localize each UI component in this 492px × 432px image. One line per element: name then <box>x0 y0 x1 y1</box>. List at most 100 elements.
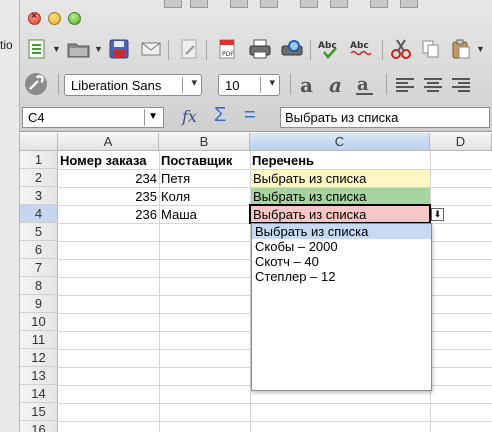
export-pdf-icon[interactable]: PDF <box>216 38 238 60</box>
combo-divider <box>182 77 183 93</box>
row-header[interactable]: 3 <box>20 187 58 205</box>
row-header[interactable]: 2 <box>20 169 58 187</box>
row-header[interactable]: 11 <box>20 331 58 349</box>
formula-input-value: Выбрать из списка <box>285 110 399 125</box>
name-box-value: C4 <box>28 110 45 125</box>
chevron-down-icon[interactable]: ▼ <box>148 111 158 122</box>
partial-icon <box>400 0 418 8</box>
cell-a2[interactable]: 234 <box>58 170 159 187</box>
row-header[interactable]: 14 <box>20 385 58 403</box>
cell-b4[interactable]: Маша <box>159 206 250 223</box>
toolbar-separator <box>310 40 311 60</box>
zoom-button[interactable] <box>68 12 81 25</box>
toolbar-separator <box>206 40 207 60</box>
chevron-down-icon[interactable]: ▼ <box>94 44 103 54</box>
cell-b3[interactable]: Коля <box>159 188 250 205</box>
cell-b1[interactable]: Поставщик <box>159 152 250 169</box>
cell-a3[interactable]: 235 <box>58 188 159 205</box>
toolbar-separator <box>382 40 383 60</box>
font-name-combo[interactable]: Liberation Sans ▾ <box>64 74 202 96</box>
toolbar-separator <box>168 40 169 60</box>
chevron-down-icon[interactable]: ▼ <box>476 44 485 54</box>
svg-text:a: a <box>357 74 369 95</box>
cell-b2[interactable]: Петя <box>159 170 250 187</box>
cell-c2[interactable]: Выбрать из списка <box>251 170 430 187</box>
minimize-button[interactable] <box>48 12 61 25</box>
name-box[interactable]: C4 ▼ <box>22 107 164 128</box>
copy-icon[interactable] <box>420 38 442 60</box>
partial-icon <box>164 0 182 8</box>
row-header[interactable]: 12 <box>20 349 58 367</box>
cell-dropdown-button[interactable]: ⬇ <box>431 208 444 221</box>
dropdown-option[interactable]: Скотч – 40 <box>252 254 431 269</box>
print-preview-icon[interactable] <box>280 38 303 60</box>
font-size-combo[interactable]: 10 ▾ <box>218 74 280 96</box>
row-header[interactable]: 13 <box>20 367 58 385</box>
column-header-b[interactable]: B <box>159 133 250 151</box>
sum-icon[interactable]: Σ <box>214 104 226 127</box>
partial-icon <box>190 0 208 8</box>
row-header[interactable]: 1 <box>20 151 58 169</box>
row-header[interactable]: 6 <box>20 241 58 259</box>
spellcheck-icon[interactable]: Abc <box>318 38 340 60</box>
autospellcheck-icon[interactable]: Abc <box>350 38 372 60</box>
chevron-down-icon[interactable]: ▼ <box>52 44 61 54</box>
formula-icon[interactable]: = <box>244 104 256 127</box>
cell-a1[interactable]: Номер заказа <box>58 152 159 169</box>
align-right-icon[interactable] <box>450 74 472 96</box>
align-center-icon[interactable] <box>422 74 444 96</box>
formula-bar: C4 ▼ fx Σ = Выбрать из списка <box>20 104 492 132</box>
italic-icon[interactable]: a <box>326 73 348 97</box>
column-header-d[interactable]: D <box>430 133 492 151</box>
row-header[interactable]: 10 <box>20 313 58 331</box>
hidden-toolbar-row <box>90 0 490 10</box>
svg-text:a: a <box>329 74 342 96</box>
dropdown-option[interactable]: Скобы – 2000 <box>252 239 431 254</box>
function-wizard-icon[interactable]: fx <box>182 107 197 126</box>
open-folder-icon[interactable] <box>66 38 90 60</box>
new-document-icon[interactable] <box>26 38 48 60</box>
validation-dropdown-list: Выбрать из списка Скобы – 2000 Скотч – 4… <box>251 223 432 391</box>
row-header[interactable]: 16 <box>20 421 58 432</box>
partial-icon <box>300 0 318 8</box>
styles-icon[interactable] <box>24 72 48 96</box>
partial-icon <box>330 0 348 8</box>
edit-file-icon[interactable] <box>178 38 200 60</box>
dropdown-option[interactable]: Степлер – 12 <box>252 269 431 284</box>
partial-icon <box>370 0 388 8</box>
paste-icon[interactable] <box>450 38 472 60</box>
arrow-down-icon: ⬇ <box>433 209 442 219</box>
svg-text:a: a <box>300 74 313 96</box>
toolbar-separator <box>58 74 59 94</box>
chevron-down-icon[interactable]: ▾ <box>269 76 275 89</box>
partial-icon <box>230 0 248 8</box>
row-header[interactable]: 7 <box>20 259 58 277</box>
underline-icon[interactable]: a <box>354 74 376 96</box>
column-header-a[interactable]: A <box>58 133 159 151</box>
bold-icon[interactable]: a <box>298 73 320 97</box>
row-header[interactable]: 4 <box>20 205 58 223</box>
grid-line <box>58 403 492 404</box>
close-button[interactable]: × <box>28 11 41 25</box>
chevron-down-icon[interactable]: ▾ <box>191 76 197 89</box>
toolbar-separator <box>290 74 291 94</box>
column-header-c[interactable]: C <box>250 133 430 151</box>
cut-icon[interactable] <box>390 38 412 60</box>
select-all-corner[interactable] <box>20 133 58 151</box>
cell-c3[interactable]: Выбрать из списка <box>251 188 430 205</box>
email-icon[interactable] <box>140 38 162 60</box>
align-left-icon[interactable] <box>394 74 416 96</box>
print-icon[interactable] <box>248 38 271 60</box>
row-header[interactable]: 15 <box>20 403 58 421</box>
cell-a4[interactable]: 236 <box>58 206 159 223</box>
row-header[interactable]: 8 <box>20 277 58 295</box>
row-header[interactable]: 5 <box>20 223 58 241</box>
cell-c1[interactable]: Перечень <box>250 152 430 169</box>
titlebar: × <box>20 0 492 30</box>
dropdown-option[interactable]: Выбрать из списка <box>252 224 431 239</box>
row-header[interactable]: 9 <box>20 295 58 313</box>
formula-input[interactable]: Выбрать из списка <box>280 107 490 128</box>
svg-text:Abc: Abc <box>350 41 369 51</box>
save-icon[interactable] <box>108 38 130 60</box>
grid-line <box>58 421 492 422</box>
